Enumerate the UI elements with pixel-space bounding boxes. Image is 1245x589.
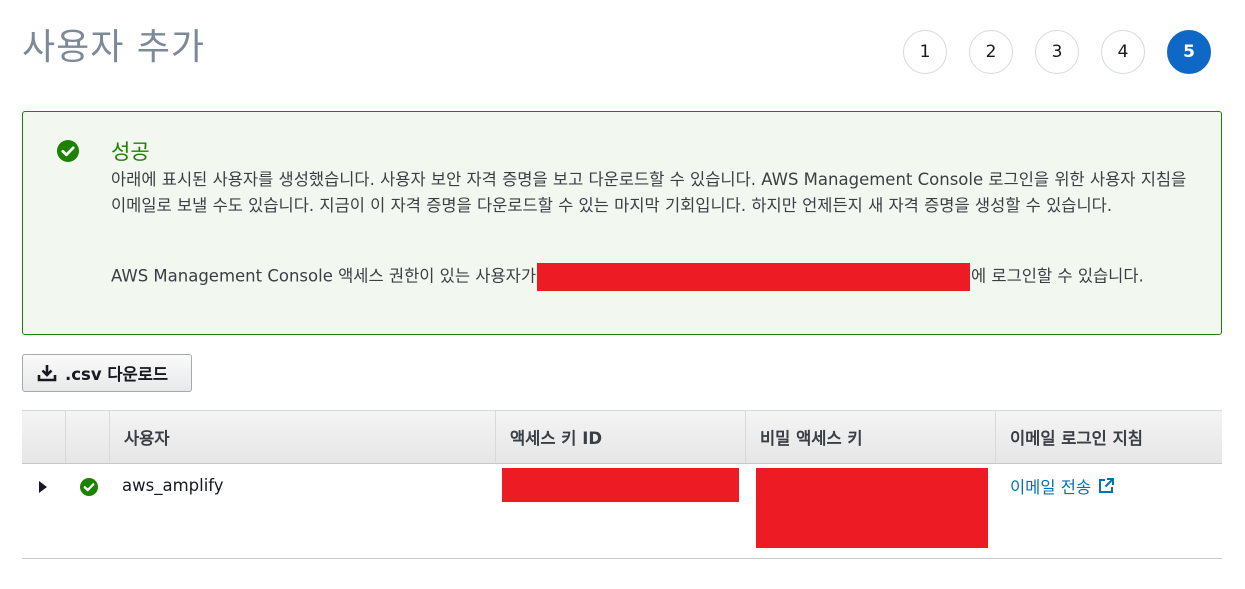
header-secret-access-key: 비밀 액세스 키 bbox=[746, 411, 996, 463]
users-table: 사용자 액세스 키 ID 비밀 액세스 키 이메일 로그인 지침 aws_amp… bbox=[22, 410, 1222, 559]
username: aws_amplify bbox=[122, 476, 224, 495]
email-cell: 이메일 전송 bbox=[996, 464, 1222, 558]
redacted-access-key-id bbox=[502, 468, 739, 502]
csv-download-button[interactable]: .csv 다운로드 bbox=[22, 354, 192, 392]
expand-caret-icon[interactable] bbox=[39, 481, 47, 493]
send-email-link[interactable]: 이메일 전송 bbox=[1010, 474, 1115, 498]
secret-key-cell bbox=[746, 464, 996, 558]
user-cell: aws_amplify bbox=[110, 464, 496, 558]
alert-login-prefix: AWS Management Console 액세스 권한이 있는 사용자가 bbox=[111, 266, 536, 286]
table-row: aws_amplify 이메일 전송 bbox=[22, 464, 1222, 559]
table-header: 사용자 액세스 키 ID 비밀 액세스 키 이메일 로그인 지침 bbox=[22, 410, 1222, 464]
redacted-console-url bbox=[537, 263, 970, 291]
access-key-cell bbox=[496, 464, 746, 558]
header-user: 사용자 bbox=[110, 411, 496, 463]
external-link-icon bbox=[1099, 478, 1115, 493]
alert-login-suffix: 에 로그인할 수 있습니다. bbox=[971, 266, 1144, 286]
send-email-label: 이메일 전송 bbox=[1010, 478, 1092, 497]
step-2[interactable]: 2 bbox=[969, 30, 1013, 74]
alert-login-line: AWS Management Console 액세스 권한이 있는 사용자가 에 … bbox=[111, 263, 1144, 291]
alert-title: 성공 bbox=[111, 140, 150, 164]
wizard-steps: 1 2 3 4 5 bbox=[903, 30, 1211, 74]
step-3[interactable]: 3 bbox=[1035, 30, 1079, 74]
step-1[interactable]: 1 bbox=[903, 30, 947, 74]
step-4[interactable]: 4 bbox=[1101, 30, 1145, 74]
alert-body: 아래에 표시된 사용자를 생성했습니다. 사용자 보안 자격 증명을 보고 다운… bbox=[111, 170, 1187, 215]
header-email-instructions: 이메일 로그인 지침 bbox=[1010, 429, 1143, 448]
header-status bbox=[66, 411, 110, 463]
header-access-key-id: 액세스 키 ID bbox=[496, 411, 746, 463]
status-cell bbox=[66, 464, 110, 558]
expand-cell bbox=[22, 464, 66, 558]
download-icon bbox=[37, 365, 57, 382]
csv-download-label: .csv 다운로드 bbox=[65, 365, 169, 384]
page-title: 사용자 추가 bbox=[22, 27, 206, 68]
step-5[interactable]: 5 bbox=[1167, 30, 1211, 74]
success-alert: 성공 아래에 표시된 사용자를 생성했습니다. 사용자 보안 자격 증명을 보고… bbox=[22, 111, 1222, 335]
check-circle-icon bbox=[80, 478, 98, 496]
header-expand bbox=[22, 411, 66, 463]
redacted-secret-access-key bbox=[756, 468, 988, 548]
check-circle-icon bbox=[57, 140, 79, 162]
